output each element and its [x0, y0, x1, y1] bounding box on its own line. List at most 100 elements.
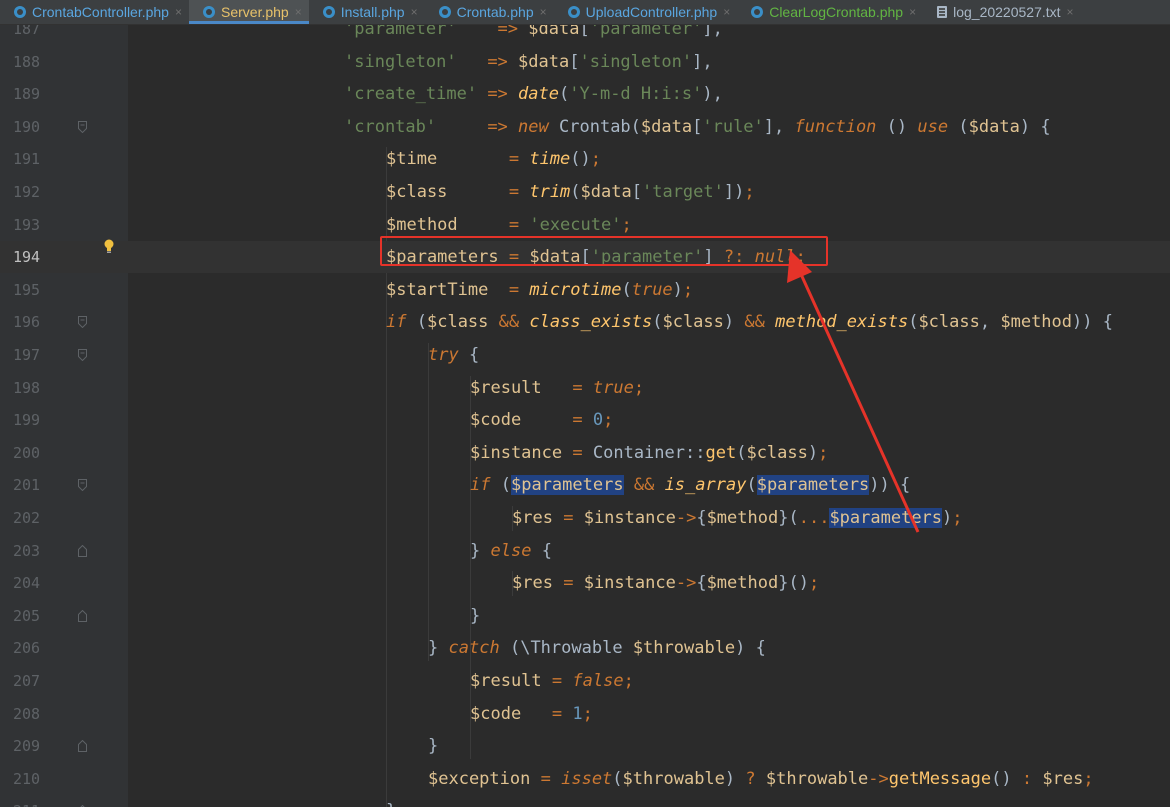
- fold-end-icon[interactable]: [78, 609, 87, 622]
- code-editor[interactable]: 187 'parameter' => $data['parameter'], 188…: [0, 25, 1170, 807]
- line-number[interactable]: 195: [13, 274, 53, 306]
- line-number[interactable]: 209: [13, 730, 53, 762]
- code-line[interactable]: 197 try {: [0, 339, 1170, 371]
- line-number[interactable]: 204: [13, 567, 53, 599]
- line-number[interactable]: 192: [13, 176, 53, 208]
- php-class-icon: [438, 6, 451, 18]
- code-text: }: [470, 605, 481, 626]
- tab-label: CrontabController.php: [32, 4, 169, 20]
- tab-uploadcontroller[interactable]: UploadController.php ×: [554, 0, 738, 24]
- code-text: $res = $instance->{$method}(...$paramete…: [512, 508, 963, 528]
- code-line[interactable]: 189 'create_time' => date('Y-m-d H:i:s'),: [0, 78, 1170, 110]
- code-text: try {: [428, 345, 480, 365]
- php-class-icon: [322, 6, 335, 18]
- code-line[interactable]: 190 'crontab' => new Crontab($data['rule'…: [0, 111, 1170, 143]
- line-number[interactable]: 189: [13, 78, 53, 110]
- code-line[interactable]: 199 $code = 0;: [0, 404, 1170, 436]
- line-number[interactable]: 201: [13, 469, 53, 501]
- code-line[interactable]: 193 $method = 'execute';: [0, 209, 1170, 241]
- code-line[interactable]: 210 $exception = isset($throwable) ? $thr…: [0, 763, 1170, 795]
- close-icon[interactable]: ×: [723, 5, 730, 19]
- fold-open-icon[interactable]: [78, 349, 87, 361]
- code-line[interactable]: 191 $time = time();: [0, 143, 1170, 175]
- code-line[interactable]: 196 if ($class && class_exists($class) &&…: [0, 306, 1170, 338]
- line-number[interactable]: 197: [13, 339, 53, 371]
- line-number[interactable]: 196: [13, 306, 53, 338]
- tab-label: Server.php: [221, 4, 289, 20]
- line-number[interactable]: 208: [13, 698, 53, 730]
- code-line[interactable]: 211}: [0, 795, 1170, 807]
- code-line[interactable]: 203 } else {: [0, 535, 1170, 567]
- code-text: $res = $instance->{$method}();: [512, 573, 820, 594]
- line-number[interactable]: 198: [13, 372, 53, 404]
- tab-server[interactable]: Server.php ×: [189, 0, 309, 24]
- line-number[interactable]: 200: [13, 437, 53, 469]
- code-line[interactable]: 200 $instance = Container::get($class);: [0, 437, 1170, 469]
- tab-install[interactable]: Install.php ×: [309, 0, 425, 24]
- fold-open-icon[interactable]: [78, 120, 87, 133]
- php-class-icon: [567, 6, 580, 18]
- line-number[interactable]: 187: [13, 25, 53, 45]
- tab-crontabcontroller[interactable]: CrontabController.php ×: [0, 0, 189, 24]
- php-class-icon: [14, 6, 26, 18]
- code-line[interactable]: 188 'singleton' => $data['singleton'],: [0, 46, 1170, 78]
- code-line[interactable]: 207 $result = false;: [0, 665, 1170, 697]
- tab-label: Crontab.php: [456, 4, 534, 20]
- line-number[interactable]: 205: [13, 600, 53, 632]
- line-number[interactable]: 203: [13, 535, 53, 567]
- fold-open-icon[interactable]: [78, 479, 87, 492]
- code-text: } catch (\Throwable $throwable) {: [428, 638, 766, 659]
- code-line[interactable]: 195 $startTime = microtime(true);: [0, 274, 1170, 306]
- code-text: $result = true;: [470, 377, 645, 398]
- code-text: }: [386, 795, 396, 807]
- line-number[interactable]: 211: [13, 795, 53, 807]
- code-line[interactable]: 209}: [0, 730, 1170, 762]
- fold-end-icon[interactable]: [78, 740, 87, 753]
- code-text: $instance = Container::get($class);: [470, 442, 829, 463]
- lightbulb-icon[interactable]: [104, 239, 114, 253]
- code-line[interactable]: 187 'parameter' => $data['parameter'],: [0, 25, 1170, 45]
- code-text: $parameters = $data['parameter'] ?: null…: [386, 247, 806, 268]
- tab-label: log_20220527.txt: [953, 4, 1061, 20]
- line-number[interactable]: 207: [13, 665, 53, 697]
- code-text: $startTime = microtime(true);: [386, 279, 694, 300]
- line-number[interactable]: 199: [13, 404, 53, 436]
- close-icon[interactable]: ×: [411, 5, 418, 19]
- close-icon[interactable]: ×: [1067, 5, 1074, 19]
- code-text: } else {: [470, 540, 552, 561]
- close-icon[interactable]: ×: [909, 5, 916, 19]
- line-number[interactable]: 193: [13, 209, 53, 241]
- fold-end-icon[interactable]: [78, 544, 87, 557]
- code-line[interactable]: 201 if ($parameters && is_array($paramete…: [0, 469, 1170, 501]
- tab-clearlogcrontab[interactable]: ClearLogCrontab.php ×: [737, 0, 923, 24]
- text-file-icon: [937, 6, 948, 18]
- line-number[interactable]: 188: [13, 46, 53, 78]
- line-number[interactable]: 206: [13, 632, 53, 664]
- code-text: if ($parameters && is_array($parameters)…: [470, 475, 911, 496]
- line-number[interactable]: 190: [13, 111, 53, 143]
- code-line[interactable]: 206 } catch (\Throwable $throwable) {: [0, 632, 1170, 664]
- code-line[interactable]: 198 $result = true;: [0, 372, 1170, 404]
- line-number[interactable]: 194: [13, 241, 53, 273]
- code-text: }: [428, 736, 439, 757]
- line-number[interactable]: 210: [13, 763, 53, 795]
- code-line[interactable]: 204 $res = $instance->{$method}();: [0, 567, 1170, 599]
- fold-open-icon[interactable]: [78, 316, 87, 329]
- tab-crontab[interactable]: Crontab.php ×: [425, 0, 554, 24]
- line-number[interactable]: 191: [13, 143, 53, 175]
- close-icon[interactable]: ×: [295, 5, 302, 19]
- code-line[interactable]: 192 $class = trim($data['target']);: [0, 176, 1170, 208]
- code-line[interactable]: 205}: [0, 600, 1170, 632]
- line-number[interactable]: 202: [13, 502, 53, 534]
- code-text: $class = trim($data['target']);: [386, 182, 755, 202]
- close-icon[interactable]: ×: [540, 5, 547, 19]
- tab-log-file[interactable]: log_20220527.txt ×: [923, 0, 1080, 24]
- code-text: 'singleton' => $data['singleton'],: [344, 51, 713, 72]
- code-line[interactable]: 202 $res = $instance->{$method}(...$param…: [0, 502, 1170, 534]
- code-text: 'create_time' => date('Y-m-d H:i:s'),: [344, 84, 723, 105]
- code-line[interactable]: 194 $parameters = $data['parameter'] ?: n…: [0, 241, 1170, 274]
- close-icon[interactable]: ×: [175, 5, 182, 19]
- code-text: 'parameter' => $data['parameter'],: [344, 25, 723, 39]
- code-text: $result = false;: [470, 671, 634, 691]
- code-line[interactable]: 208 $code = 1;: [0, 698, 1170, 730]
